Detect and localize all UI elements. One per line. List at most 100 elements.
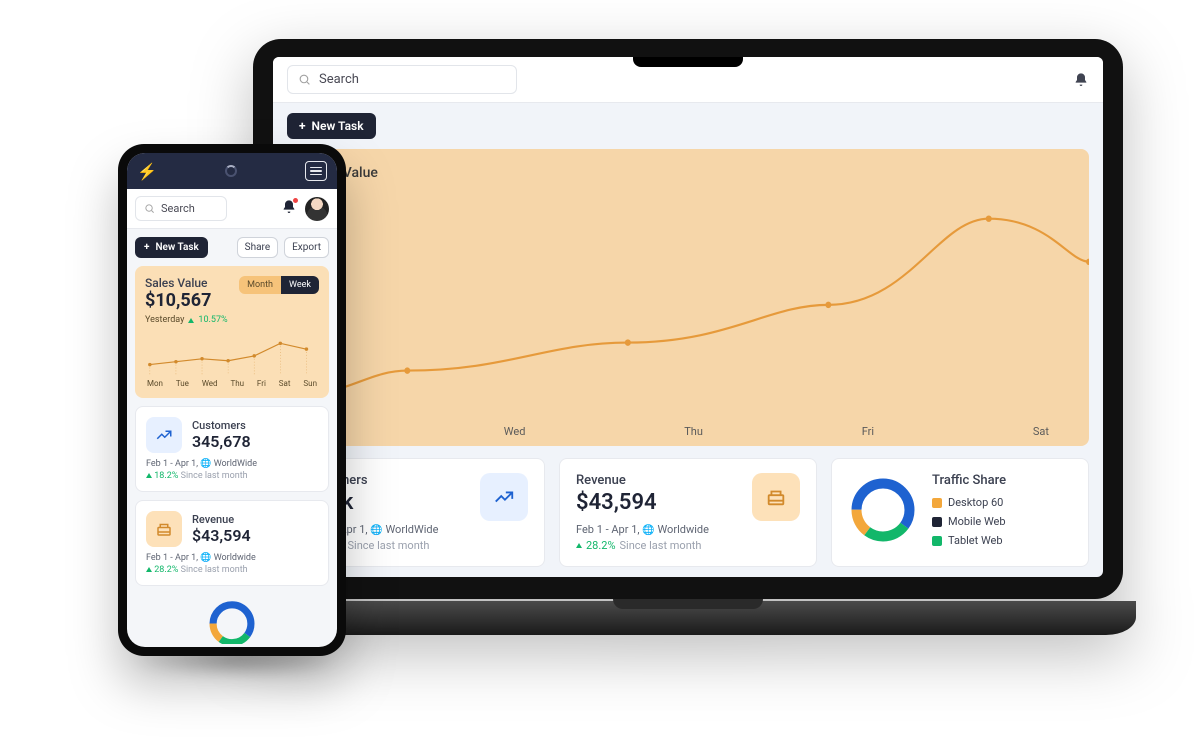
arrow-up-icon (146, 473, 152, 478)
cash-register-icon (752, 473, 800, 521)
mobile-sales-value: $10,567 (145, 290, 211, 311)
phone-mockup: ⚡ Search + New Task Share Export (118, 144, 346, 656)
period-toggle[interactable]: Month Week (239, 276, 319, 294)
xaxis-tick: Sat (279, 379, 291, 388)
avatar[interactable] (305, 197, 329, 221)
range: Feb 1 - Apr 1, (146, 459, 198, 469)
traffic-legend: Desktop 60 Mobile Web Tablet Web (932, 496, 1006, 547)
chart-icon (146, 417, 182, 453)
notification-dot (292, 197, 299, 204)
xaxis-tick: Thu (684, 425, 703, 438)
mobile-statusbar: ⚡ (127, 153, 337, 189)
plus-icon: + (144, 242, 149, 253)
search-icon (298, 73, 311, 86)
xaxis-tick: Tue (176, 379, 189, 388)
laptop-mockup: Search + New Task Sales Value (248, 39, 1128, 631)
revenue-change-label: Since last month (620, 539, 702, 552)
change-label: Since last month (181, 471, 248, 481)
traffic-card: Traffic Share Desktop 60 Mobile Web Tabl… (831, 458, 1089, 567)
square-icon (932, 498, 942, 508)
search-input[interactable]: Search (135, 196, 227, 221)
xaxis-tick: Sun (303, 379, 317, 388)
globe-icon: 🌐 (200, 459, 211, 469)
revenue-change: 28.2% (586, 539, 616, 552)
mobile-customers-card: Customers 345,678 Feb 1 - Apr 1, 🌐 World… (135, 406, 329, 492)
yesterday-pct: 10.57% (198, 315, 227, 325)
search-placeholder: Search (161, 202, 195, 215)
xaxis-tick: Wed (202, 379, 218, 388)
mobile-header: Search (127, 189, 337, 229)
desktop-toolbar: + New Task (273, 103, 1103, 149)
mobile-xaxis: Mon Tue Wed Thu Fri Sat Sun (145, 379, 319, 388)
change-pct: 18.2% (154, 471, 178, 481)
cash-register-icon (146, 511, 182, 547)
traffic-item: Mobile Web (932, 515, 1006, 528)
toggle-week[interactable]: Week (281, 276, 319, 294)
mobile-customers-sub: Feb 1 - Apr 1, 🌐 WorldWide (146, 459, 318, 469)
mobile-revenue-delta: 28.2% Since last month (146, 565, 318, 575)
traffic-item-label: Desktop 60 (948, 496, 1003, 509)
traffic-item: Desktop 60 (932, 496, 1006, 509)
mobile-revenue-value: $43,594 (192, 526, 251, 545)
revenue-delta: 28.2% Since last month (576, 539, 800, 552)
xaxis-tick: Thu (230, 379, 244, 388)
chart-icon (480, 473, 528, 521)
globe-icon: 🌐 (200, 553, 211, 563)
arrow-up-icon (188, 318, 194, 323)
laptop-frame: Search + New Task Sales Value (253, 39, 1123, 599)
revenue-sub: Feb 1 - Apr 1, 🌐 Worldwide (576, 523, 800, 536)
mobile-sales-yesterday: Yesterday 10.57% (145, 315, 319, 325)
xaxis-tick: Wed (504, 425, 526, 438)
range: Feb 1 - Apr 1, (146, 553, 198, 563)
revenue-card: Revenue $43,594 Feb 1 - Apr 1, 🌐 Worldwi… (559, 458, 817, 567)
traffic-title: Traffic Share (932, 473, 1006, 488)
xaxis-tick: Fri (862, 425, 874, 438)
mobile-traffic-donut (135, 594, 329, 644)
bolt-icon: ⚡ (137, 162, 157, 181)
mobile-customers-delta: 18.2% Since last month (146, 471, 318, 481)
mobile-revenue-sub: Feb 1 - Apr 1, 🌐 Worldwide (146, 553, 318, 563)
globe-icon: 🌐 (642, 525, 654, 536)
square-icon (932, 536, 942, 546)
mobile-customers-title: Customers (192, 419, 251, 432)
mobile-sales-card: Sales Value $10,567 Month Week Yesterday… (135, 266, 329, 398)
revenue-scope: Worldwide (657, 523, 708, 536)
traffic-item-label: Tablet Web (948, 534, 1003, 547)
share-button[interactable]: Share (237, 237, 278, 258)
revenue-range: Feb 1 - Apr 1, (576, 523, 640, 536)
globe-icon: 🌐 (370, 525, 382, 536)
mobile-screen: ⚡ Search + New Task Share Export (127, 153, 337, 647)
change-label: Since last month (181, 565, 248, 575)
mobile-toolbar: + New Task Share Export (127, 229, 337, 266)
new-task-button[interactable]: + New Task (287, 113, 376, 139)
laptop-notch (633, 57, 743, 67)
bell-icon[interactable] (1073, 72, 1089, 88)
menu-button[interactable] (305, 161, 327, 181)
yesterday-label: Yesterday (145, 315, 184, 325)
scope: Worldwide (214, 553, 256, 563)
xaxis-tick: Fri (257, 379, 266, 388)
search-input[interactable]: Search (287, 65, 517, 94)
traffic-item-label: Mobile Web (948, 515, 1006, 528)
notifications-button[interactable] (281, 199, 297, 219)
arrow-up-icon (576, 543, 582, 548)
customers-scope: WorldWide (385, 523, 438, 536)
new-task-label: New Task (155, 242, 198, 253)
mobile-customers-value: 345,678 (192, 432, 251, 451)
xaxis-tick: Sat (1033, 425, 1049, 438)
xaxis-tick: Mon (147, 379, 163, 388)
mobile-revenue-title: Revenue (192, 513, 251, 526)
square-icon (932, 517, 942, 527)
search-placeholder: Search (319, 72, 359, 87)
toggle-month[interactable]: Month (239, 276, 281, 294)
spinner-icon (225, 165, 237, 177)
search-icon (144, 203, 155, 214)
arrow-up-icon (146, 567, 152, 572)
traffic-donut (848, 475, 918, 545)
mobile-sales-title: Sales Value (145, 276, 211, 290)
new-task-button[interactable]: + New Task (135, 237, 208, 258)
mobile-revenue-card: Revenue $43,594 Feb 1 - Apr 1, 🌐 Worldwi… (135, 500, 329, 586)
desktop-cards: Customers 345k Feb 1 - Apr 1, 🌐 WorldWid… (273, 458, 1103, 567)
export-button[interactable]: Export (284, 237, 329, 258)
sales-chart: Sales Value Tue Wed Thu Fri Sat (287, 149, 1089, 446)
